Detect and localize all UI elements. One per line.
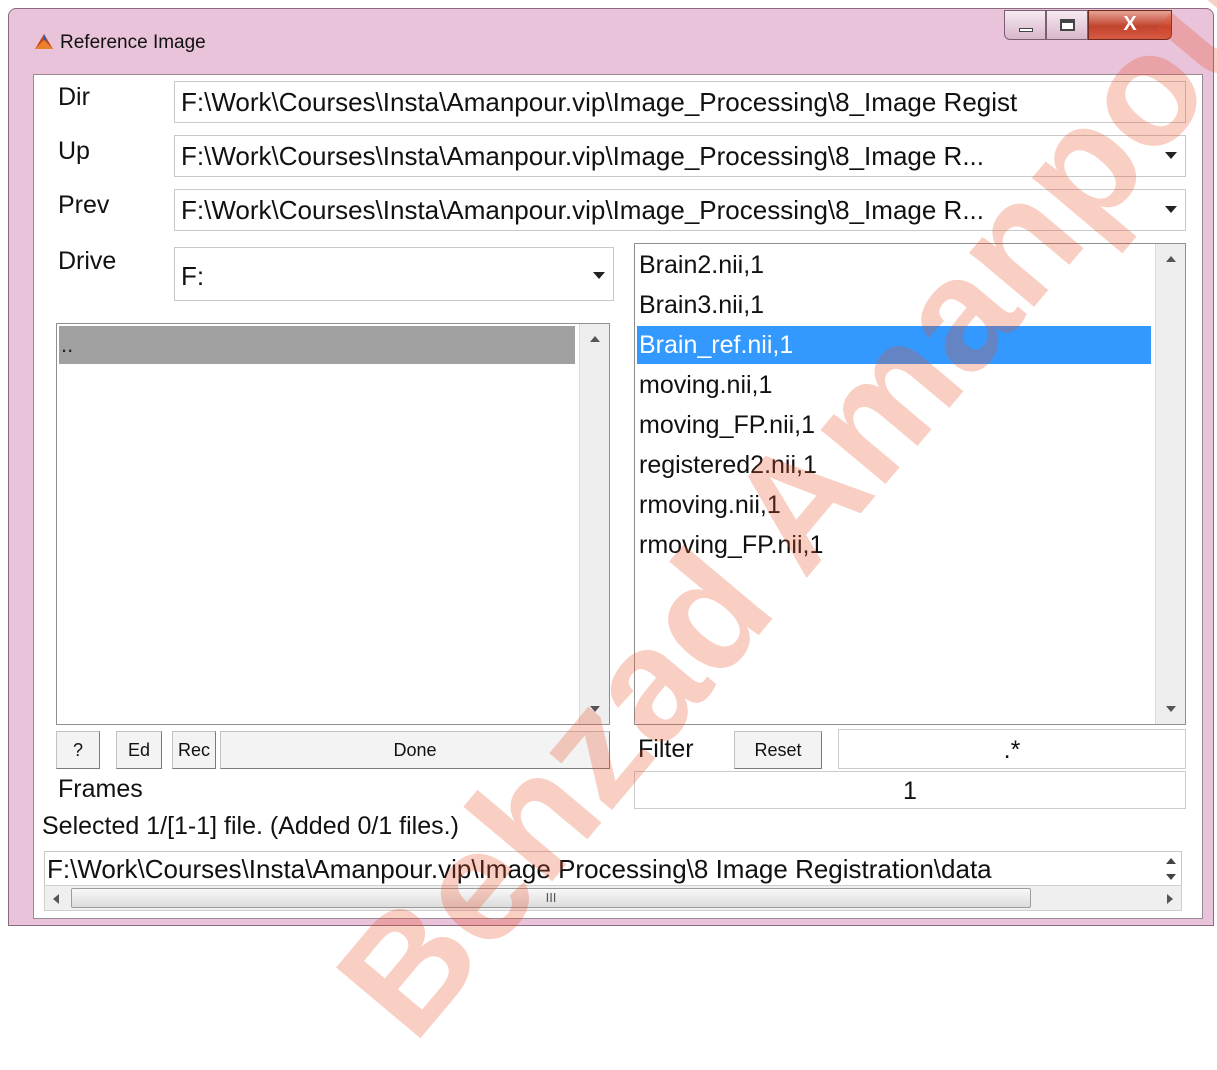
file-list-item-selected[interactable]: Brain_ref.nii,1 [637,326,1151,364]
selected-files-field[interactable]: F:\Work\Courses\Insta\Amanpour.vip\Image… [44,851,1182,887]
file-list-item[interactable]: registered2.nii,1 [637,446,1151,484]
reset-button[interactable]: Reset [734,731,822,769]
maximize-button[interactable] [1046,10,1088,40]
status-text: Selected 1/[1-1] file. (Added 0/1 files.… [42,812,459,840]
drive-dropdown[interactable]: F: [174,247,614,301]
scroll-right-icon[interactable] [1167,894,1173,904]
help-button[interactable]: ? [56,731,100,769]
directory-list-scrollbar[interactable] [579,324,609,724]
dir-list-item[interactable]: .. [59,326,575,364]
window-title: Reference Image [60,32,206,53]
horizontal-scrollbar[interactable]: III [44,885,1182,911]
directory-list[interactable]: .. [56,323,610,725]
chevron-down-icon [1165,206,1177,213]
caption-buttons: X [1004,10,1204,42]
file-list-scrollbar[interactable] [1155,244,1185,724]
file-list-item[interactable]: moving_FP.nii,1 [637,406,1151,444]
file-list-item[interactable]: moving.nii,1 [637,366,1151,404]
dir-label: Dir [58,83,90,111]
filter-label: Filter [638,735,694,763]
frames-label: Frames [58,775,143,803]
file-list[interactable]: Brain2.nii,1 Brain3.nii,1 Brain_ref.nii,… [634,243,1186,725]
dir-path: F:\Work\Courses\Insta\Amanpour.vip\Image… [181,87,1018,117]
drive-value: F: [181,261,205,291]
scroll-down-icon[interactable] [1166,706,1176,712]
up-label: Up [58,137,90,165]
close-icon: X [1123,13,1137,35]
selected-file-path: F:\Work\Courses\Insta\Amanpour.vip\Image… [47,854,992,884]
prev-path: F:\Work\Courses\Insta\Amanpour.vip\Image… [181,195,984,225]
up-dropdown[interactable]: F:\Work\Courses\Insta\Amanpour.vip\Image… [174,135,1186,177]
frames-input[interactable]: 1 [634,771,1186,809]
scroll-up-icon[interactable] [1166,256,1176,262]
filter-input[interactable]: .* [838,729,1186,769]
file-list-item[interactable]: rmoving_FP.nii,1 [637,526,1151,564]
scroll-up-icon[interactable] [590,336,600,342]
title-bar[interactable]: Reference Image X [9,9,1213,69]
chevron-down-icon [593,272,605,279]
reference-image-window: Reference Image X Dir Up Prev Drive F:\W… [8,8,1214,926]
maximize-icon [1060,19,1075,31]
prev-dropdown[interactable]: F:\Work\Courses\Insta\Amanpour.vip\Image… [174,189,1186,231]
scroll-thumb[interactable]: III [71,888,1031,908]
chevron-down-icon [1165,152,1177,159]
spinner-icon[interactable] [1165,856,1179,882]
minimize-button[interactable] [1004,10,1046,40]
edit-button[interactable]: Ed [116,731,162,769]
scroll-left-icon[interactable] [53,894,59,904]
file-selector-panel: Dir Up Prev Drive F:\Work\Courses\Insta\… [33,74,1203,919]
up-path: F:\Work\Courses\Insta\Amanpour.vip\Image… [181,141,984,171]
file-list-item[interactable]: rmoving.nii,1 [637,486,1151,524]
prev-label: Prev [58,191,110,219]
close-button[interactable]: X [1088,10,1172,40]
matlab-icon [35,34,53,49]
drive-label: Drive [58,247,117,275]
done-button[interactable]: Done [220,731,610,769]
dir-field[interactable]: F:\Work\Courses\Insta\Amanpour.vip\Image… [174,81,1186,123]
minimize-icon [1019,28,1033,32]
file-list-item[interactable]: Brain3.nii,1 [637,286,1151,324]
file-list-item[interactable]: Brain2.nii,1 [637,246,1151,284]
scroll-down-icon[interactable] [590,706,600,712]
rec-button[interactable]: Rec [172,731,216,769]
